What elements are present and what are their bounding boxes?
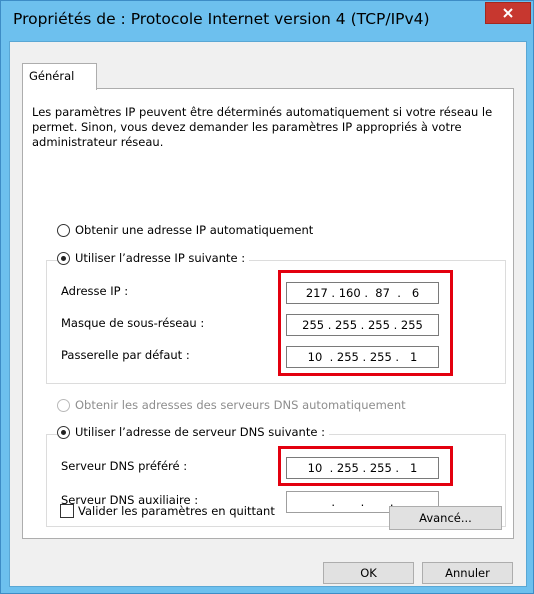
cancel-button[interactable]: Annuler [422,562,513,584]
radio-ip-auto-label: Obtenir une adresse IP automatiquement [75,223,314,237]
radio-ip-auto[interactable]: Obtenir une adresse IP automatiquement [57,223,318,237]
radio-dns-manual-label: Utiliser l’adresse de serveur DNS suivan… [75,425,325,439]
advanced-button[interactable]: Avancé... [389,506,502,530]
validate-settings-checkbox[interactable] [60,504,74,518]
radio-selected-dot [61,255,66,261]
radio-ip-manual[interactable]: Utiliser l’adresse IP suivante : [57,251,250,265]
validate-settings-option[interactable]: Valider les paramètres en quittant [60,504,275,518]
radio-button-dns-auto[interactable] [57,398,70,412]
description-text: Les paramètres IP peuvent être déterminé… [32,105,493,149]
ip-fields-highlight [278,270,453,376]
radio-button-ip-auto[interactable] [57,223,70,237]
tab-general-label: Général [29,69,75,83]
radio-ip-manual-label: Utiliser l’adresse IP suivante : [75,251,246,265]
radio-dns-manual[interactable]: Utiliser l’adresse de serveur DNS suivan… [57,425,329,439]
radio-dns-auto-label: Obtenir les adresses des serveurs DNS au… [75,398,406,412]
ok-button[interactable]: OK [323,562,414,584]
radio-selected-dot [61,429,66,435]
close-button[interactable] [485,2,531,24]
tab-general[interactable]: Général [22,63,97,90]
dialog-client-area: Général Les paramètres IP peuvent être d… [9,41,527,587]
dialog-window: Propriétés de : Protocole Internet versi… [0,0,534,594]
close-icon [503,8,513,18]
dns-field-highlight [278,446,453,486]
preferred-dns-label: Serveur DNS préféré : [61,459,188,473]
general-panel: Les paramètres IP peuvent être déterminé… [22,88,514,539]
radio-button-ip-manual[interactable] [57,251,70,265]
title-bar[interactable]: Propriétés de : Protocole Internet versi… [1,1,533,41]
default-gateway-label: Passerelle par défaut : [61,348,190,362]
ip-address-label: Adresse IP : [61,284,129,298]
window-title: Propriétés de : Protocole Internet versi… [13,10,430,28]
radio-dns-auto[interactable]: Obtenir les adresses des serveurs DNS au… [57,398,410,412]
validate-settings-label: Valider les paramètres en quittant [78,504,275,518]
radio-button-dns-manual[interactable] [57,425,70,439]
subnet-mask-label: Masque de sous-réseau : [61,316,205,330]
